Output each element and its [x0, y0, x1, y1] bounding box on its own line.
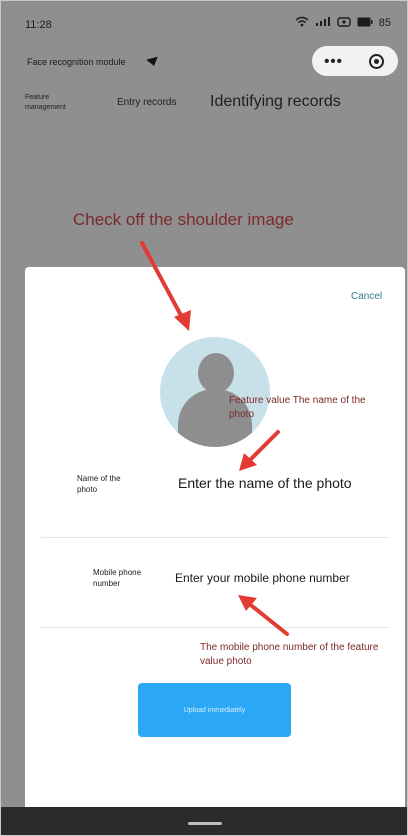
phone-number-input[interactable]: Enter your mobile phone number: [175, 571, 350, 585]
status-bar: 11:28 85: [1, 1, 407, 47]
system-navigation-bar: [1, 807, 407, 835]
photo-name-label: Name of the photo: [77, 474, 121, 494]
divider: [41, 627, 389, 628]
annotation-feature-value: Feature value The name of the photo: [229, 395, 366, 420]
upload-button[interactable]: Upload immediately: [138, 683, 291, 737]
annotation-shoulder-image: Check off the shoulder image: [73, 210, 294, 229]
avatar-upload[interactable]: [160, 337, 270, 447]
hotspot-icon: [337, 16, 351, 30]
phone-screen: 11:28 85 Face recognition module ••• Fea…: [0, 0, 408, 836]
app-title: Face recognition module: [27, 57, 126, 67]
tab-identifying-records[interactable]: Identifying records: [210, 93, 341, 111]
more-options-button[interactable]: •••: [312, 53, 355, 70]
close-button[interactable]: [355, 53, 398, 69]
wifi-icon: [295, 16, 309, 30]
battery-icon: [357, 17, 373, 30]
target-close-icon: [369, 53, 384, 69]
phone-number-label: Mobile phone number: [93, 568, 142, 588]
tab-feature-management[interactable]: Feature management: [25, 93, 80, 113]
signal-icon: [315, 16, 331, 30]
home-indicator[interactable]: [188, 822, 222, 825]
upload-sheet: Cancel Feature value The name of the pho…: [25, 267, 405, 807]
user-silhouette-icon: [198, 353, 234, 393]
status-icons: 85: [295, 16, 391, 30]
battery-level: 85: [378, 17, 391, 29]
mini-program-capsule: •••: [312, 46, 398, 76]
photo-name-input[interactable]: Enter the name of the photo: [178, 475, 352, 491]
divider: [41, 537, 389, 538]
cancel-button[interactable]: Cancel: [351, 291, 382, 302]
status-time: 11:28: [25, 19, 52, 31]
tab-entry-records[interactable]: Entry records: [117, 97, 176, 108]
annotation-phone-number: The mobile phone number of the feature v…: [200, 642, 379, 667]
